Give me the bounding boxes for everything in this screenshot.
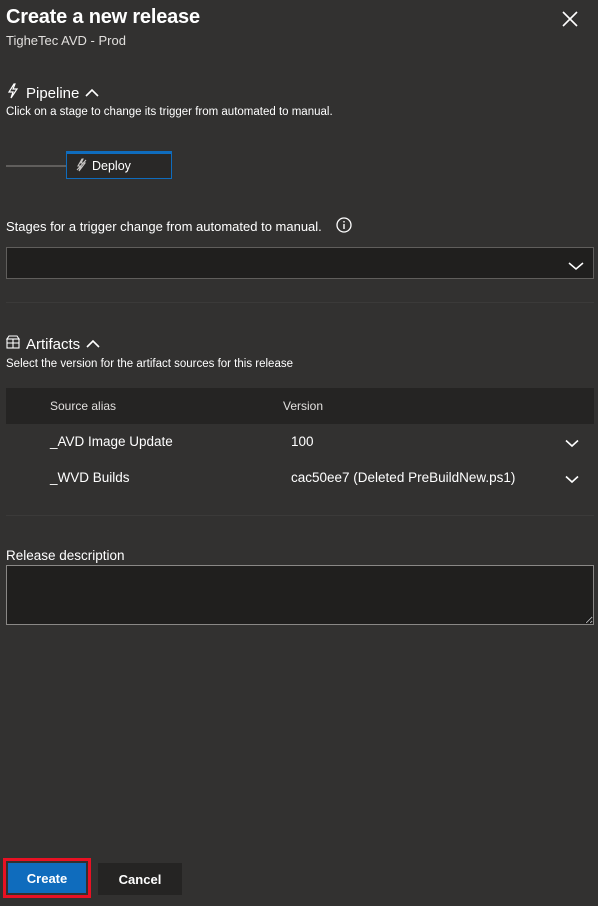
artifact-alias: _AVD Image Update xyxy=(50,434,173,449)
artifacts-heading: Artifacts xyxy=(26,335,81,353)
pipeline-section-toggle[interactable]: Pipeline xyxy=(6,83,99,103)
section-divider xyxy=(6,302,594,303)
pipeline-connector xyxy=(6,165,66,167)
section-divider xyxy=(6,515,594,516)
lightning-icon xyxy=(75,157,88,175)
table-row: _WVD Builds cac50ee7 (Deleted PreBuildNe… xyxy=(6,460,594,496)
artifacts-section-toggle[interactable]: Artifacts xyxy=(5,335,100,353)
trigger-label-row: Stages for a trigger change from automat… xyxy=(6,217,352,236)
artifact-version-dropdown[interactable]: cac50ee7 (Deleted PreBuildNew.ps1) xyxy=(291,470,515,485)
chevron-down-icon xyxy=(568,258,584,276)
release-description-input[interactable] xyxy=(6,565,594,625)
chevron-down-icon[interactable] xyxy=(565,436,579,451)
close-icon[interactable] xyxy=(560,9,580,29)
column-header-version: Version xyxy=(283,399,324,413)
artifact-alias: _WVD Builds xyxy=(50,470,130,485)
chevron-up-icon xyxy=(86,336,100,353)
artifacts-table-header: Source alias Version xyxy=(6,388,594,424)
table-row: _AVD Image Update 100 xyxy=(6,424,594,460)
trigger-label: Stages for a trigger change from automat… xyxy=(6,219,322,234)
column-header-source-alias: Source alias xyxy=(50,399,117,413)
pipeline-heading: Pipeline xyxy=(26,84,80,102)
create-button[interactable]: Create xyxy=(8,863,86,893)
cancel-button[interactable]: Cancel xyxy=(98,863,182,895)
artifact-version-dropdown[interactable]: 100 xyxy=(291,434,314,449)
lightning-icon xyxy=(6,83,20,103)
release-description-label: Release description xyxy=(6,548,125,563)
stage-label: Deploy xyxy=(92,159,131,173)
trigger-stages-dropdown[interactable] xyxy=(6,247,594,279)
artifacts-description: Select the version for the artifact sour… xyxy=(6,358,293,370)
stage-deploy[interactable]: Deploy xyxy=(66,151,172,179)
pipeline-description: Click on a stage to change its trigger f… xyxy=(6,106,333,118)
panel-subtitle: TigheTec AVD - Prod xyxy=(6,33,126,48)
info-icon[interactable] xyxy=(336,217,352,236)
panel-title: Create a new release xyxy=(6,6,200,28)
artifact-box-icon xyxy=(5,335,21,353)
chevron-up-icon xyxy=(85,85,99,102)
chevron-down-icon[interactable] xyxy=(565,472,579,487)
